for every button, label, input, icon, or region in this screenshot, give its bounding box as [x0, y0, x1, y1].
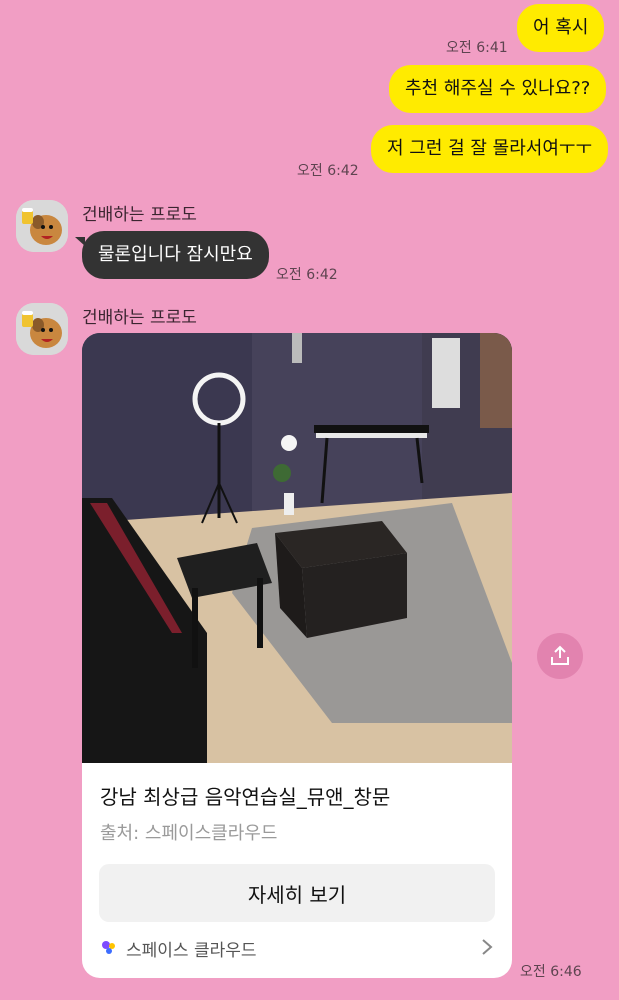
sender-name: 건배하는 프로도	[82, 308, 197, 328]
avatar[interactable]	[16, 200, 68, 252]
timestamp: 오전 6:42	[276, 267, 338, 283]
frodo-cheers-icon	[16, 200, 68, 252]
my-message-bubble-3[interactable]: 저 그런 걸 잘 몰라서여ㅜㅜ	[371, 125, 609, 173]
chevron-right-icon	[482, 939, 493, 955]
message-text: 추천 해주실 수 있나요??	[405, 78, 591, 99]
message-text: 어 혹시	[533, 17, 589, 38]
button-label: 자세히 보기	[247, 882, 347, 907]
view-details-button[interactable]: 자세히 보기	[99, 864, 495, 922]
practice-room-photo[interactable]	[82, 333, 512, 763]
share-button[interactable]	[537, 633, 583, 679]
link-preview-card[interactable]: 강남 최상급 음악연습실_뮤앤_창문 출처: 스페이스클라우드 자세히 보기 스…	[82, 333, 512, 978]
card-footer-link[interactable]: 스페이스 클라우드	[82, 931, 512, 978]
spacecloud-logo-icon	[102, 941, 115, 954]
share-icon	[551, 645, 569, 665]
avatar[interactable]	[16, 303, 68, 355]
timestamp: 오전 6:41	[446, 40, 508, 56]
my-message-bubble-1[interactable]: 어 혹시	[517, 4, 605, 52]
card-source: 출처: 스페이스클라우드	[100, 823, 278, 844]
timestamp: 오전 6:46	[520, 964, 582, 980]
timestamp: 오전 6:42	[297, 163, 359, 179]
frodo-cheers-icon	[16, 303, 68, 355]
other-message-bubble[interactable]: 물론입니다 잠시만요	[75, 231, 269, 279]
sender-name: 건배하는 프로도	[82, 205, 197, 225]
card-title: 강남 최상급 음악연습실_뮤앤_창문	[100, 785, 391, 809]
footer-label: 스페이스 클라우드	[126, 941, 257, 961]
message-text: 물론입니다 잠시만요	[98, 244, 253, 265]
my-message-bubble-2[interactable]: 추천 해주실 수 있나요??	[389, 65, 607, 113]
message-text: 저 그런 걸 잘 몰라서여ㅜㅜ	[387, 138, 593, 159]
